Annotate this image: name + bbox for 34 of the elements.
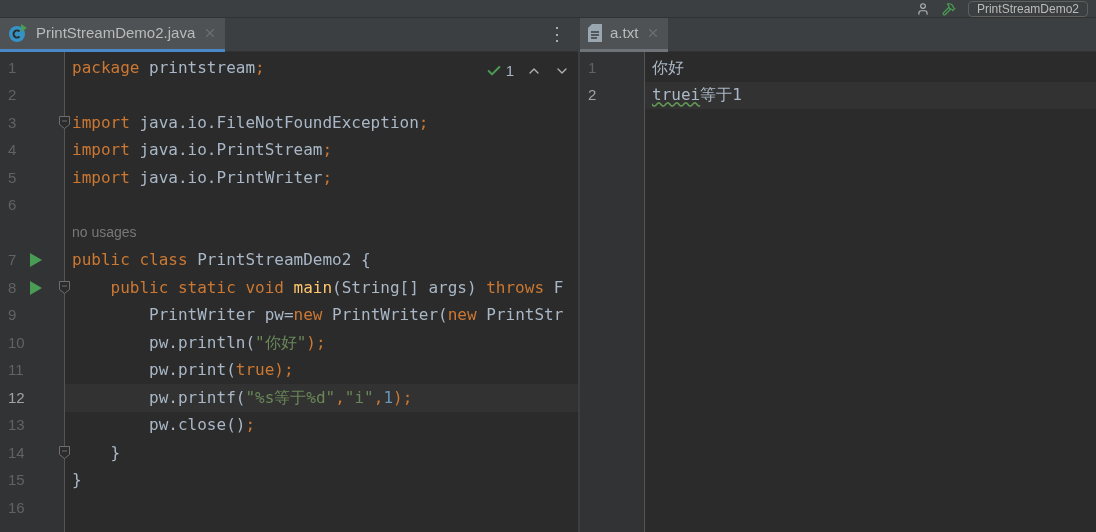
tab-label: PrintStreamDemo2.java	[36, 22, 196, 43]
run-icon[interactable]	[30, 253, 42, 268]
code-text: import java.io.PrintStream;	[71, 139, 333, 162]
fold-icon[interactable]	[59, 281, 70, 295]
usage-hint: no usages	[71, 223, 137, 243]
code-text: }	[109, 441, 121, 464]
code-text: PrintWriter pw=new PrintWriter(new PrintStr	[148, 304, 564, 327]
line-number: 2	[587, 85, 598, 105]
code-text: 你好	[651, 56, 684, 79]
code-text: public static void main(String[] args) throws F	[109, 276, 564, 299]
hammer-icon[interactable]	[941, 1, 956, 16]
code-text: pw.close();	[148, 414, 256, 437]
code-text: pw.println("你好");	[148, 331, 326, 354]
fold-icon[interactable]	[59, 116, 70, 130]
tab-label: a.txt	[610, 22, 639, 43]
code-text: package printstream;	[71, 56, 265, 79]
editor-tab[interactable]: PrintStreamDemo2.java	[0, 17, 226, 52]
text-file-icon	[588, 24, 602, 42]
warning-count: 1	[505, 61, 514, 81]
fold-icon[interactable]	[59, 446, 70, 460]
run-icon[interactable]	[30, 280, 42, 295]
class-file-icon	[8, 23, 28, 43]
more-menu-button[interactable]: ⋮	[536, 21, 578, 48]
code-text: import java.io.PrintWriter;	[71, 166, 333, 189]
editor-tab[interactable]: a.txt	[580, 17, 669, 52]
code-text: import java.io.FileNotFoundException;	[71, 111, 429, 134]
code-text: pw.print(true);	[148, 359, 294, 382]
code-text: pw.printf("%s等于%d","i",1);	[148, 386, 413, 409]
run-config-dropdown[interactable]: PrintStreamDemo2	[967, 0, 1088, 17]
code-text: truei等于1	[651, 84, 742, 107]
code-text: public class PrintStreamDemo2 {	[71, 249, 371, 272]
line-number: 12	[7, 387, 26, 408]
code-text: }	[71, 469, 82, 492]
user-icon[interactable]	[915, 1, 930, 16]
